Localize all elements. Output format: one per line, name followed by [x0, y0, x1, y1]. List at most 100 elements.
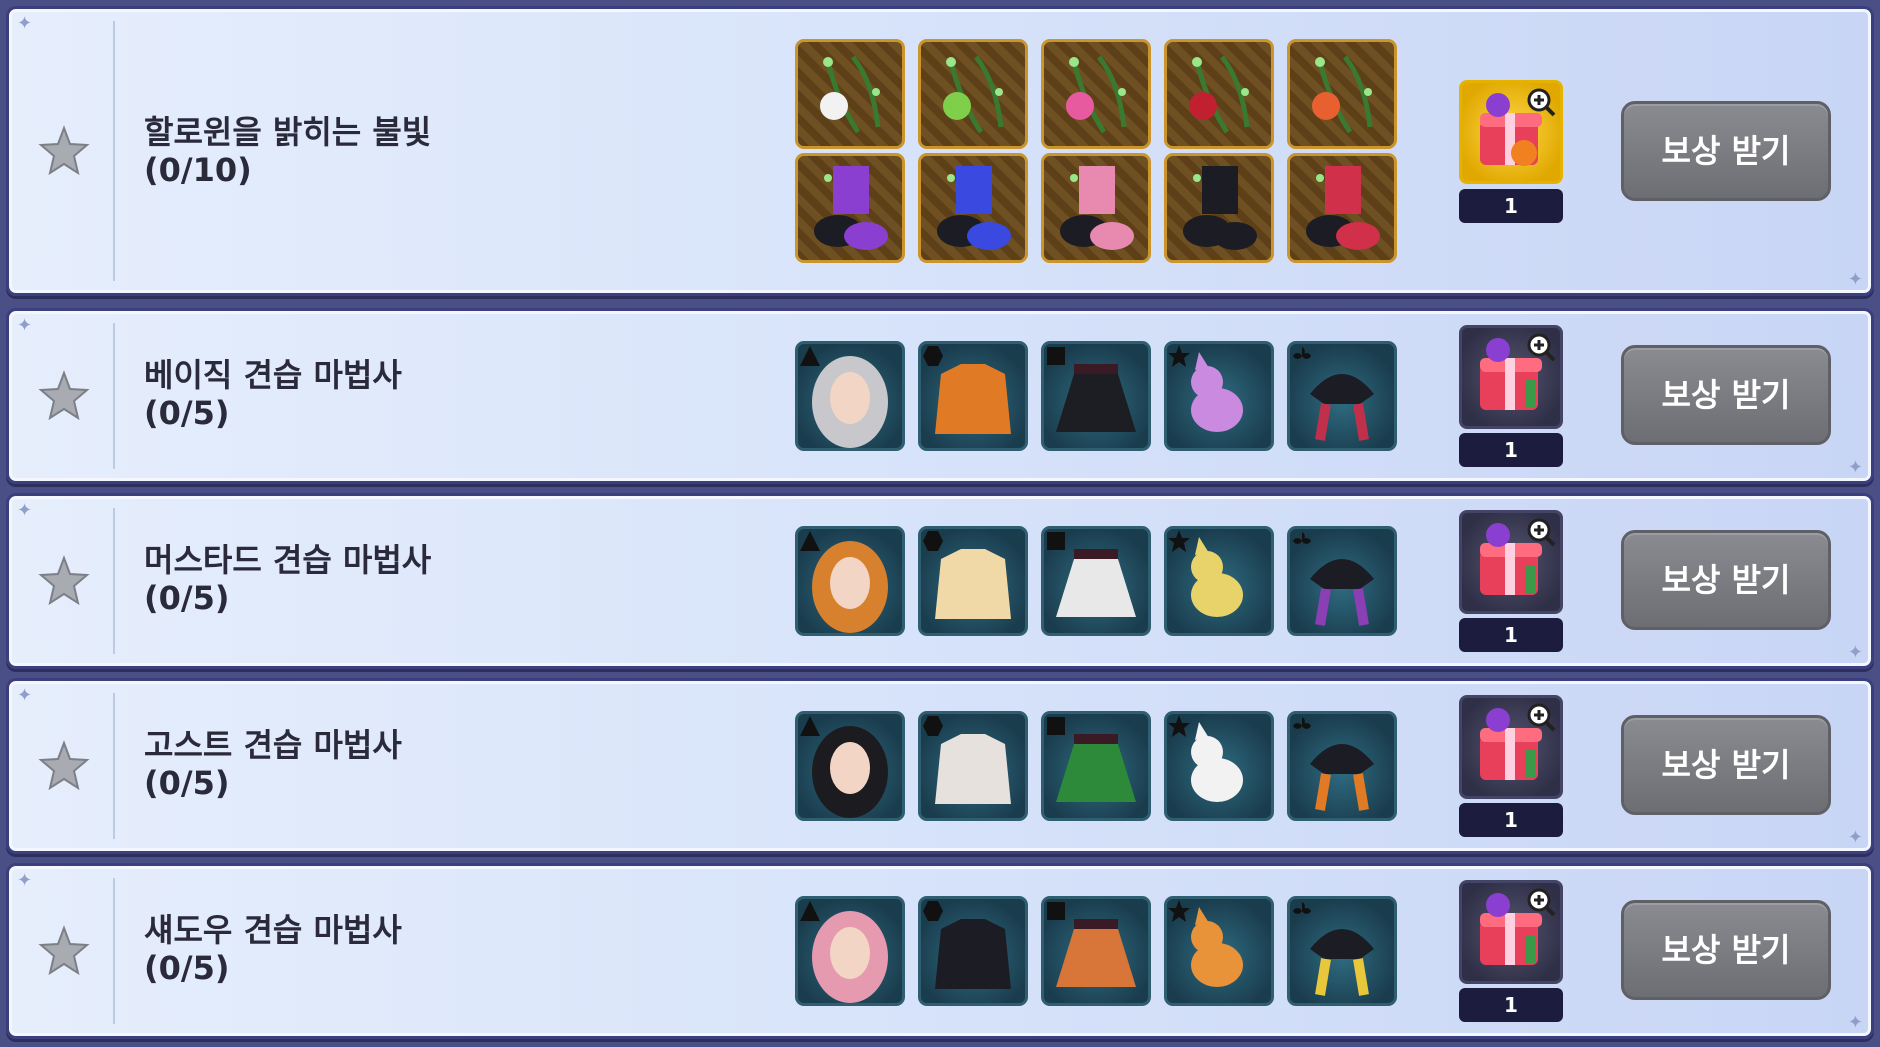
star-icon: [38, 370, 90, 421]
divider: [113, 508, 115, 654]
item-category-icon: [923, 716, 943, 736]
mission-title: 머스타드 견습 마법사: [144, 541, 432, 579]
reward-item-slot[interactable]: [1164, 153, 1274, 263]
lantern-vine-icon-green: [943, 55, 1004, 134]
reward-item-slot[interactable]: [1041, 526, 1151, 636]
shoes-icon-purple: [814, 166, 888, 250]
zoom-icon[interactable]: [1526, 702, 1556, 732]
item-category-icon: [1168, 900, 1190, 922]
item-category-icon: [923, 901, 943, 921]
zoom-icon[interactable]: [1526, 332, 1556, 362]
reward-item-slot[interactable]: [1041, 153, 1151, 263]
reward-count: 1: [1459, 433, 1563, 467]
item-category-icon: [1293, 347, 1311, 359]
mission-progress: (0/10): [144, 151, 252, 189]
claim-reward-button[interactable]: 보상 받기: [1621, 715, 1831, 815]
reward-item-slot[interactable]: [795, 153, 905, 263]
reward-count: 1: [1459, 988, 1563, 1022]
reward-item-slot[interactable]: [918, 711, 1028, 821]
mission-title: 베이직 견습 마법사: [144, 356, 402, 394]
star-icon: [38, 925, 90, 976]
item-category-icon: [1168, 715, 1190, 737]
corner-sparkle-icon: ✦: [1847, 269, 1863, 290]
item-category-icon: [1293, 717, 1311, 729]
corner-sparkle-icon: ✦: [1847, 642, 1863, 663]
reward-item-slot[interactable]: [1041, 39, 1151, 149]
mission-title: 섀도우 견습 마법사: [144, 911, 402, 949]
item-category-icon: [1293, 902, 1311, 914]
lantern-vine-icon-pink: [1066, 55, 1127, 134]
reward-item-slot[interactable]: [1164, 341, 1274, 451]
mission-progress: (0/5): [144, 579, 230, 617]
reward-item-slot[interactable]: [918, 896, 1028, 1006]
mission-row: ✦ ✦ 고스트 견습 마법사 (0/5) 1 보상 받기: [6, 678, 1874, 854]
divider: [113, 878, 115, 1024]
reward-item-slot[interactable]: [795, 341, 905, 451]
reward-box[interactable]: [1459, 80, 1563, 184]
corner-sparkle-icon: ✦: [17, 13, 33, 34]
zoom-icon[interactable]: [1526, 517, 1556, 547]
reward-item-slot[interactable]: [795, 896, 905, 1006]
reward-item-slot[interactable]: [795, 526, 905, 636]
reward-count: 1: [1459, 189, 1563, 223]
reward-item-slot[interactable]: [1287, 526, 1397, 636]
item-category-icon: [800, 716, 820, 736]
item-category-icon: [1047, 347, 1065, 365]
reward-item-slot[interactable]: [1287, 711, 1397, 821]
item-category-icon: [800, 346, 820, 366]
mission-row: ✦ ✦ 섀도우 견습 마법사 (0/5) 1 보상 받기: [6, 863, 1874, 1039]
mission-progress: (0/5): [144, 764, 230, 802]
reward-box[interactable]: [1459, 695, 1563, 799]
reward-item-slot[interactable]: [1041, 711, 1151, 821]
reward-count: 1: [1459, 803, 1563, 837]
reward-item-slot[interactable]: [918, 341, 1028, 451]
item-category-icon: [923, 346, 943, 366]
claim-reward-button[interactable]: 보상 받기: [1621, 900, 1831, 1000]
shoes-icon-blue: [937, 166, 1011, 250]
reward-item-slot[interactable]: [1164, 39, 1274, 149]
reward-box[interactable]: [1459, 510, 1563, 614]
claim-reward-button[interactable]: 보상 받기: [1621, 345, 1831, 445]
corner-sparkle-icon: ✦: [17, 685, 33, 706]
reward-item-slot[interactable]: [795, 711, 905, 821]
item-category-icon: [800, 531, 820, 551]
corner-sparkle-icon: ✦: [1847, 827, 1863, 848]
divider: [113, 693, 115, 839]
mission-row: ✦ ✦ 할로윈을 밝히는 불빛 (0/10) 1 보상 받기: [6, 6, 1874, 296]
divider: [113, 21, 115, 281]
claim-reward-button[interactable]: 보상 받기: [1621, 530, 1831, 630]
corner-sparkle-icon: ✦: [1847, 1012, 1863, 1033]
zoom-icon[interactable]: [1526, 887, 1556, 917]
reward-item-slot[interactable]: [1287, 341, 1397, 451]
corner-sparkle-icon: ✦: [17, 870, 33, 891]
reward-item-slot[interactable]: [1287, 153, 1397, 263]
item-category-icon: [800, 901, 820, 921]
corner-sparkle-icon: ✦: [17, 500, 33, 521]
reward-box[interactable]: [1459, 880, 1563, 984]
reward-item-slot[interactable]: [918, 526, 1028, 636]
reward-item-slot[interactable]: [1041, 896, 1151, 1006]
lantern-vine-icon-white: [820, 55, 881, 134]
reward-box[interactable]: [1459, 325, 1563, 429]
reward-item-slot[interactable]: [1041, 341, 1151, 451]
reward-item-slot[interactable]: [1164, 896, 1274, 1006]
reward-item-slot[interactable]: [1287, 39, 1397, 149]
zoom-icon[interactable]: [1526, 87, 1556, 117]
reward-item-slot[interactable]: [795, 39, 905, 149]
item-category-icon: [1168, 530, 1190, 552]
mission-title: 할로윈을 밝히는 불빛: [144, 113, 432, 151]
divider: [113, 323, 115, 469]
reward-item-slot[interactable]: [918, 39, 1028, 149]
corner-sparkle-icon: ✦: [17, 315, 33, 336]
lantern-vine-icon-red: [1189, 55, 1250, 134]
reward-item-slot[interactable]: [1164, 711, 1274, 821]
item-category-icon: [1047, 717, 1065, 735]
star-icon: [38, 740, 90, 791]
reward-item-slot[interactable]: [918, 153, 1028, 263]
shoes-icon-red: [1306, 166, 1380, 250]
reward-item-slot[interactable]: [1287, 896, 1397, 1006]
shoes-icon-pink: [1060, 166, 1134, 250]
reward-item-slot[interactable]: [1164, 526, 1274, 636]
claim-reward-button[interactable]: 보상 받기: [1621, 101, 1831, 201]
corner-sparkle-icon: ✦: [1847, 457, 1863, 478]
